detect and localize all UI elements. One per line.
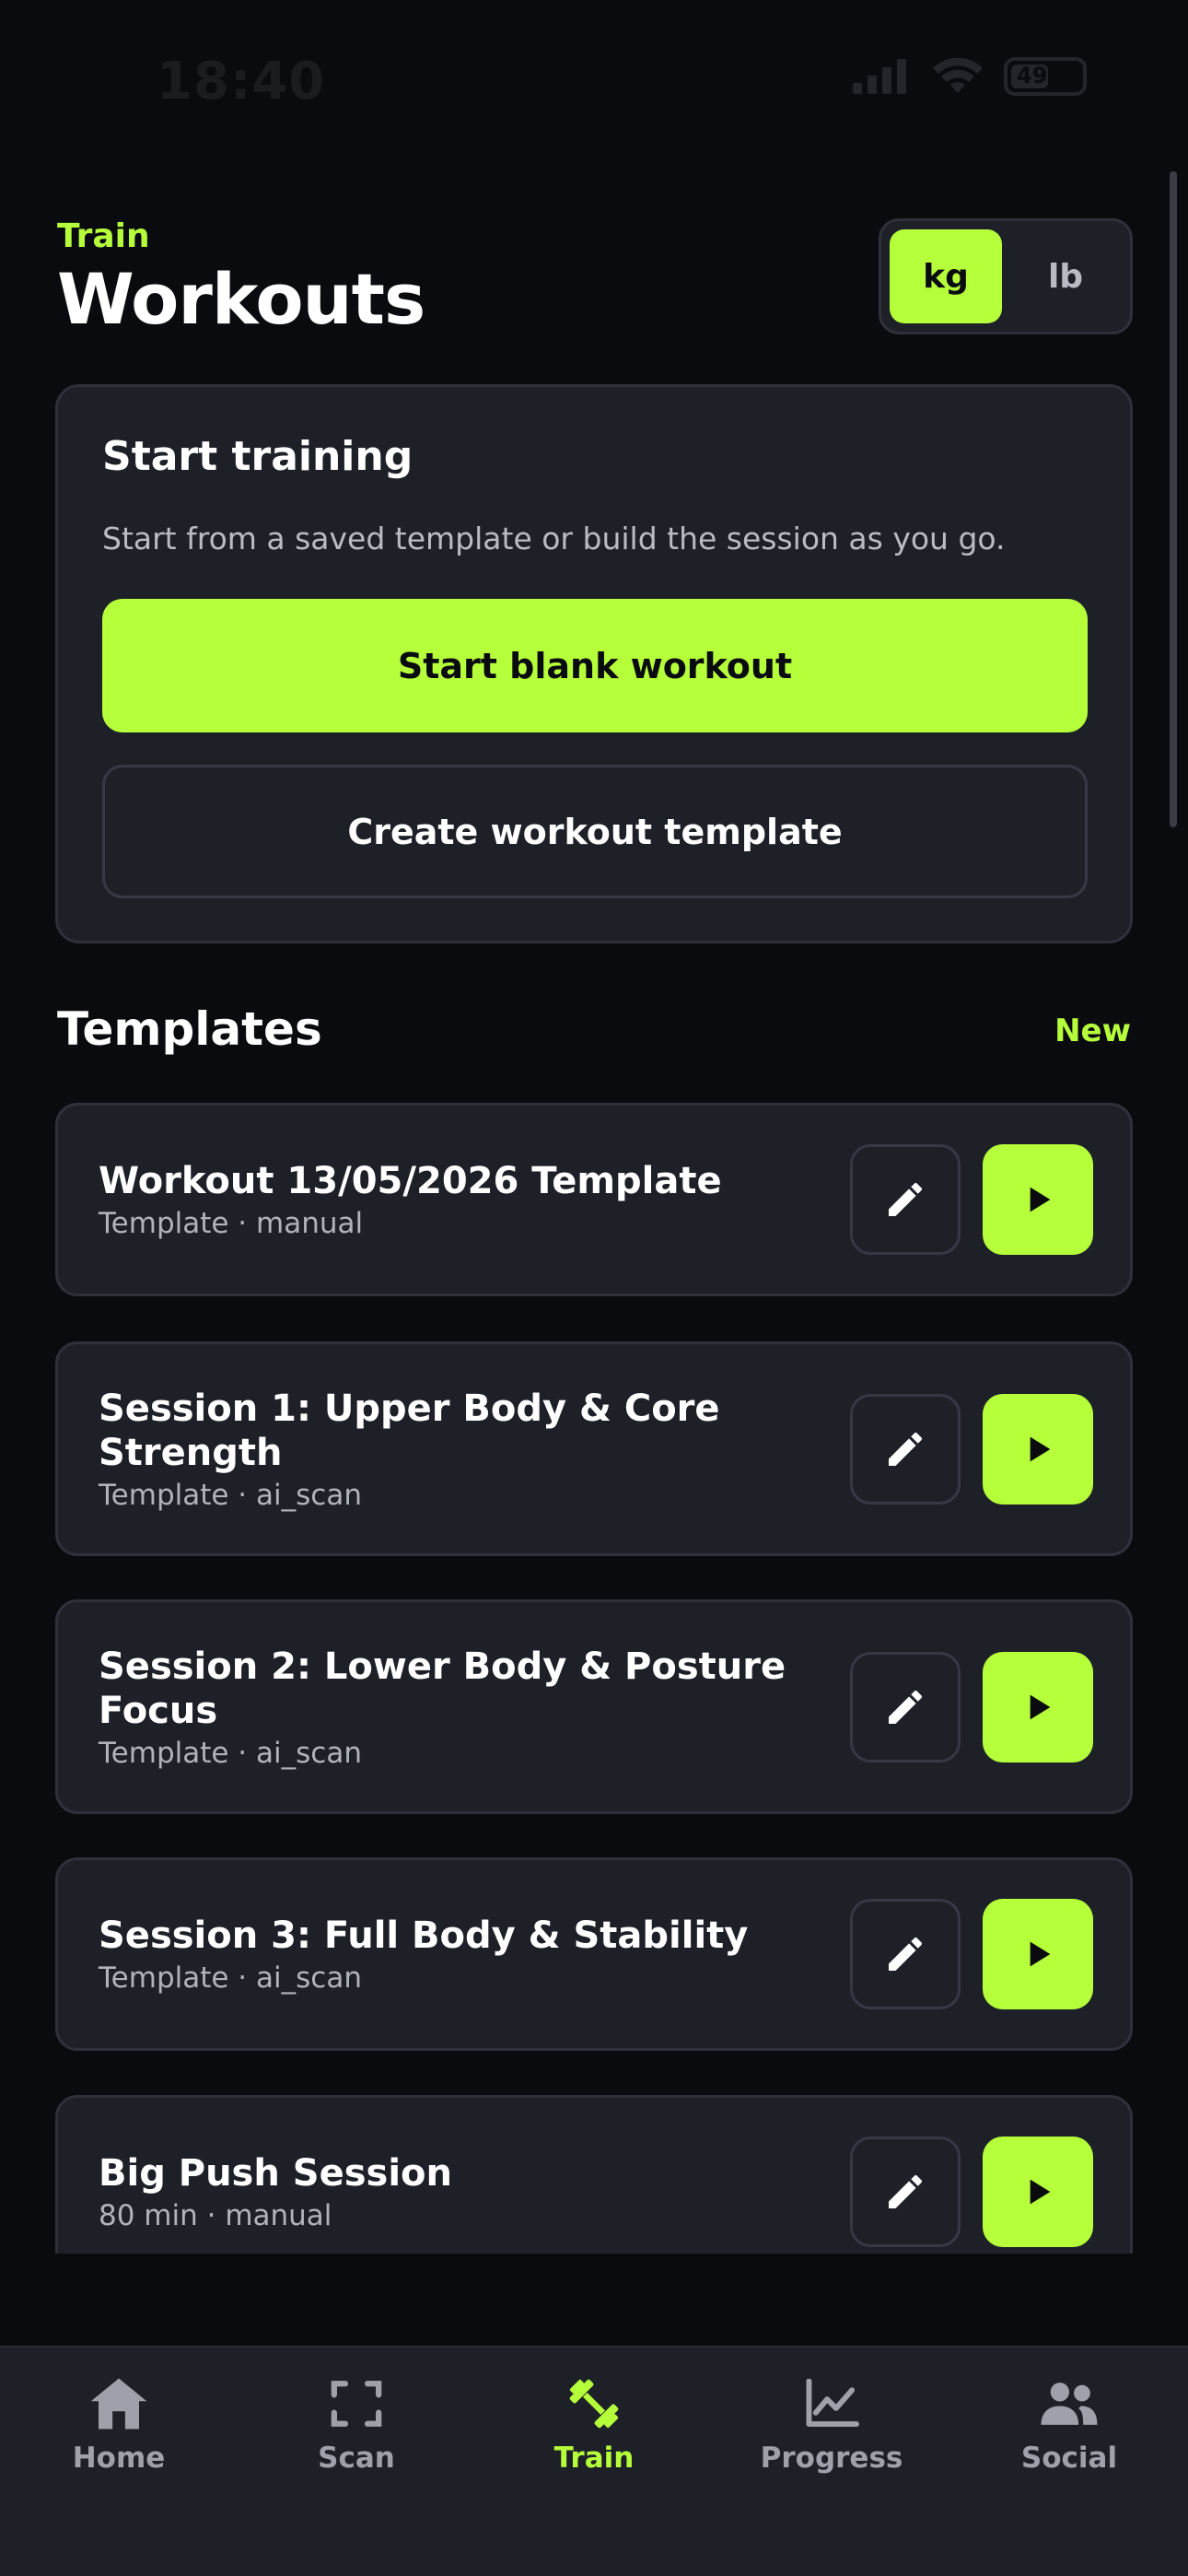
start-template-button[interactable] bbox=[983, 1144, 1093, 1255]
template-text: Session 1: Upper Body & Core Strength Te… bbox=[99, 1387, 798, 1512]
template-title: Workout 13/05/2026 Template bbox=[99, 1160, 722, 1202]
unit-lb-button[interactable]: lb bbox=[1009, 229, 1122, 323]
template-text: Session 2: Lower Body & Posture Focus Te… bbox=[99, 1645, 798, 1770]
template-title: Session 2: Lower Body & Posture Focus bbox=[99, 1645, 786, 1732]
start-blank-workout-button[interactable]: Start blank workout bbox=[102, 599, 1088, 732]
template-text: Session 3: Full Body & Stability Templat… bbox=[99, 1914, 798, 1995]
template-card[interactable]: Session 2: Lower Body & Posture Focus Te… bbox=[55, 1599, 1133, 1814]
chart-icon bbox=[801, 2373, 862, 2434]
tab-scan[interactable]: Scan bbox=[238, 2348, 475, 2576]
status-icons: 49 bbox=[853, 57, 1087, 96]
battery-level: 49 bbox=[1017, 63, 1048, 88]
play-icon bbox=[1030, 1436, 1051, 1461]
tab-label: Social bbox=[1020, 2441, 1118, 2475]
play-icon bbox=[1030, 1694, 1051, 1719]
template-subtitle: Template · ai_scan bbox=[99, 1961, 362, 1995]
template-subtitle: Template · ai_scan bbox=[99, 1478, 362, 1512]
tab-label: Progress bbox=[760, 2441, 903, 2475]
tab-train[interactable]: Train bbox=[475, 2348, 713, 2576]
pencil-icon bbox=[889, 1690, 923, 1724]
tab-label: Train bbox=[553, 2441, 635, 2475]
template-title: Big Push Session bbox=[99, 2152, 452, 2195]
template-card[interactable]: Session 3: Full Body & Stability Templat… bbox=[55, 1857, 1133, 2051]
edit-template-button[interactable] bbox=[850, 1899, 961, 2009]
templates-heading: Templates bbox=[57, 1002, 322, 1056]
status-bar: 18:40 49 bbox=[0, 0, 1188, 157]
tab-label: Scan bbox=[318, 2441, 395, 2475]
wifi-icon bbox=[933, 58, 983, 93]
cellular-signal-icon bbox=[853, 59, 906, 94]
workouts-screen: 18:40 49 Train Workouts kg lb Start trai… bbox=[0, 0, 1188, 2576]
tab-label: Home bbox=[72, 2441, 166, 2475]
unit-toggle: kg lb bbox=[879, 218, 1133, 334]
start-template-button[interactable] bbox=[983, 2137, 1093, 2247]
template-subtitle: Template · ai_scan bbox=[99, 1736, 362, 1770]
template-title: Session 3: Full Body & Stability bbox=[99, 1914, 749, 1957]
home-icon bbox=[88, 2373, 149, 2434]
battery-icon: 49 bbox=[1004, 57, 1087, 96]
template-text: Workout 13/05/2026 Template Template · m… bbox=[99, 1159, 798, 1240]
start-template-button[interactable] bbox=[983, 1651, 1093, 1762]
tab-progress[interactable]: Progress bbox=[713, 2348, 950, 2576]
pencil-icon bbox=[889, 1937, 923, 1971]
start-training-card: Start training Start from a saved templa… bbox=[55, 384, 1133, 943]
start-template-button[interactable] bbox=[983, 1393, 1093, 1505]
tab-home[interactable]: Home bbox=[0, 2348, 238, 2576]
create-template-button[interactable]: Create workout template bbox=[102, 765, 1088, 898]
dumbbell-icon bbox=[564, 2373, 624, 2434]
scroll-indicator[interactable] bbox=[1170, 171, 1177, 827]
pencil-icon bbox=[889, 1182, 923, 1216]
play-icon bbox=[1030, 2179, 1051, 2205]
template-card[interactable]: Big Push Session 80 min · manual bbox=[55, 2095, 1133, 2254]
template-subtitle: Template · manual bbox=[99, 1207, 364, 1240]
new-template-link[interactable]: New bbox=[1054, 1013, 1131, 1049]
status-time: 18:40 bbox=[157, 52, 326, 111]
page-title: Workouts bbox=[57, 258, 425, 340]
page-eyebrow: Train bbox=[57, 217, 150, 255]
template-text: Big Push Session 80 min · manual bbox=[99, 2151, 798, 2232]
template-subtitle: 80 min · manual bbox=[99, 2199, 332, 2232]
templates-list[interactable]: Workout 13/05/2026 Template Template · m… bbox=[0, 1087, 1188, 2254]
people-icon bbox=[1039, 2373, 1100, 2434]
pencil-icon bbox=[889, 1432, 923, 1466]
play-icon bbox=[1030, 1187, 1051, 1212]
edit-template-button[interactable] bbox=[850, 1651, 961, 1762]
unit-kg-button[interactable]: kg bbox=[890, 229, 1002, 323]
start-training-description: Start from a saved template or build the… bbox=[102, 521, 1006, 556]
edit-template-button[interactable] bbox=[850, 1393, 961, 1505]
start-template-button[interactable] bbox=[983, 1899, 1093, 2009]
tab-social[interactable]: Social bbox=[950, 2348, 1188, 2576]
start-training-title: Start training bbox=[102, 433, 413, 480]
template-card[interactable]: Session 1: Upper Body & Core Strength Te… bbox=[55, 1341, 1133, 1556]
pencil-icon bbox=[889, 2174, 923, 2208]
tab-bar: Home Scan Train Progress Social bbox=[0, 2346, 1188, 2576]
template-title: Session 1: Upper Body & Core Strength bbox=[99, 1387, 720, 1474]
edit-template-button[interactable] bbox=[850, 2137, 961, 2247]
play-icon bbox=[1030, 1941, 1051, 1967]
scan-icon bbox=[326, 2373, 387, 2434]
edit-template-button[interactable] bbox=[850, 1144, 961, 1255]
template-card[interactable]: Workout 13/05/2026 Template Template · m… bbox=[55, 1103, 1133, 1296]
